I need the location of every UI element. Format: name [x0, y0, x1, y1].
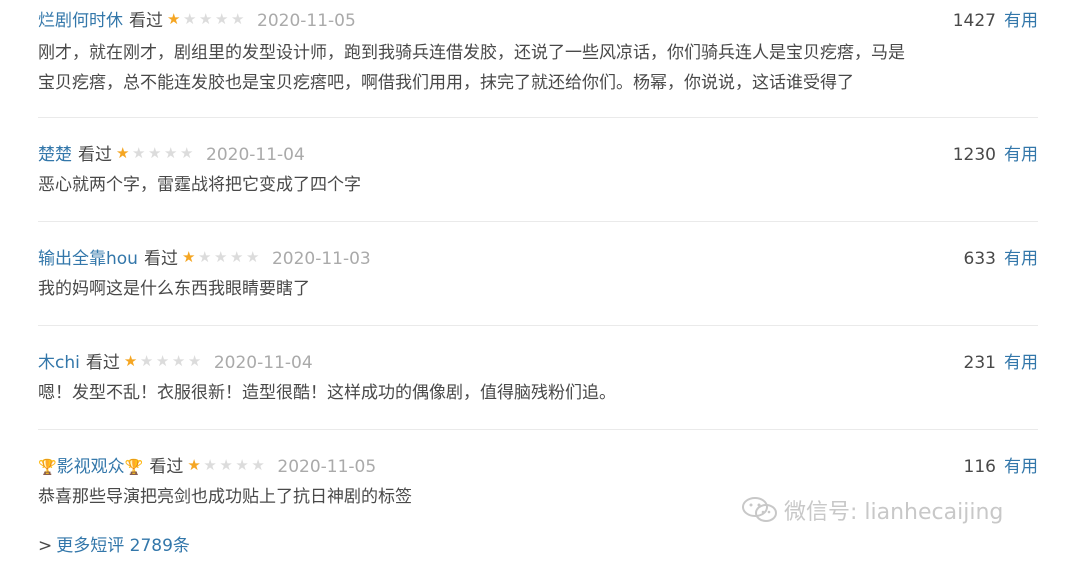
star-empty-icon: ★ [245, 248, 260, 266]
star-empty-icon: ★ [213, 248, 228, 266]
review-header: 输出全靠hou 看过 ★ ★ ★ ★ ★ 2020-11-03 633 有用 [38, 246, 1038, 272]
review-username[interactable]: 输出全靠hou [38, 249, 138, 269]
star-empty-icon: ★ [203, 456, 217, 474]
star-filled-icon: ★ [167, 10, 181, 28]
star-empty-icon: ★ [164, 144, 178, 162]
review-text-line: 我的妈啊这是什么东西我眼睛要瞎了 [38, 279, 310, 299]
star-empty-icon: ★ [171, 352, 186, 370]
star-filled-icon: ★ [181, 248, 196, 266]
review-text-line: 宝贝疙瘩，总不能连发胶也是宝贝疙瘩吧，啊借我们用用，抹完了就还给你们。杨幂，你说… [38, 73, 854, 93]
useful-votes: 1230 有用 [953, 142, 1038, 168]
review-text-line: 恶心就两个字，雷霆战将把它变成了四个字 [38, 175, 361, 195]
review-username[interactable]: 烂剧何时休 [38, 11, 123, 31]
watched-status: 看过 [129, 11, 163, 31]
review-date: 2020-11-05 [257, 11, 356, 31]
chevron-right-icon: > [38, 536, 53, 556]
useful-count: 1230 [952, 145, 996, 165]
star-empty-icon: ★ [219, 456, 233, 474]
star-empty-icon: ★ [235, 456, 249, 474]
review-text: 我的妈啊这是什么东西我眼睛要瞎了 [38, 274, 1038, 304]
useful-button[interactable]: 有用 [1004, 249, 1038, 269]
useful-count: 633 [963, 249, 996, 269]
review-item: 楚楚 看过 ★ ★ ★ ★ ★ 2020-11-04 1230 有用 恶心就两个字，雷霆战将把它… [38, 118, 1038, 222]
star-filled-icon: ★ [187, 456, 201, 474]
review-item: 烂剧何时休 看过 ★ ★ ★ ★ ★ 2020-11-05 1427 有用 刚才，就在刚才，剧组… [38, 0, 1038, 118]
star-empty-icon: ★ [155, 352, 170, 370]
more-reviews-link[interactable]: > 更多短评 2789条 [38, 531, 190, 556]
trophy-icon: 🏆 [124, 458, 144, 476]
watermark-text: 微信号: lianhecaijing [784, 500, 1004, 525]
useful-votes: 231 有用 [964, 350, 1038, 376]
review-item: 木chi 看过 ★ ★ ★ ★ ★ 2020-11-04 231 有用 嗯！发型不乱！衣服很新！… [38, 326, 1038, 430]
useful-button[interactable]: 有用 [1004, 145, 1038, 165]
useful-count: 231 [963, 353, 996, 373]
review-text: 恶心就两个字，雷霆战将把它变成了四个字 [38, 170, 1038, 200]
watched-status: 看过 [85, 353, 120, 373]
review-text: 嗯！发型不乱！衣服很新！造型很酷！这样成功的偶像剧，值得脑残粉们追。 [38, 378, 1038, 408]
review-item: 输出全靠hou 看过 ★ ★ ★ ★ ★ 2020-11-03 633 有用 我的妈啊这是什么东… [38, 222, 1038, 326]
review-header: 🏆影视观众🏆 看过 ★ ★ ★ ★ ★ 2020-11-05 116 有用 [38, 454, 1038, 480]
useful-button[interactable]: 有用 [1004, 11, 1038, 31]
star-empty-icon: ★ [215, 10, 229, 28]
review-text-line: 嗯！发型不乱！衣服很新！造型很酷！这样成功的偶像剧，值得脑残粉们追。 [38, 383, 616, 403]
trophy-icon: 🏆 [38, 458, 57, 476]
star-empty-icon: ★ [180, 144, 194, 162]
rating-stars: ★ ★ ★ ★ ★ [124, 353, 204, 369]
review-date: 2020-11-03 [271, 249, 371, 269]
watched-status: 看过 [78, 145, 112, 165]
rating-stars: ★ ★ ★ ★ ★ [182, 249, 262, 265]
rating-stars: ★ ★ ★ ★ ★ [116, 145, 196, 161]
useful-count: 1427 [952, 11, 996, 31]
review-date: 2020-11-04 [206, 145, 305, 165]
useful-button[interactable]: 有用 [1004, 457, 1038, 477]
star-empty-icon: ★ [231, 10, 245, 28]
useful-count: 116 [963, 457, 996, 477]
review-header: 楚楚 看过 ★ ★ ★ ★ ★ 2020-11-04 1230 有用 [38, 142, 1038, 168]
review-username[interactable]: 影视观众 [57, 457, 125, 477]
useful-votes: 633 有用 [964, 246, 1038, 272]
star-empty-icon: ★ [229, 248, 244, 266]
star-empty-icon: ★ [199, 10, 213, 28]
star-empty-icon: ★ [183, 10, 197, 28]
review-text: 刚才，就在刚才，剧组里的发型设计师，跑到我骑兵连借发胶，还说了一些风凉话，你们骑… [38, 38, 1038, 98]
watched-status: 看过 [143, 249, 178, 269]
star-empty-icon: ★ [148, 144, 162, 162]
wechat-icon [742, 497, 777, 522]
rating-stars: ★ ★ ★ ★ ★ [167, 11, 247, 27]
useful-votes: 116 有用 [964, 454, 1038, 480]
star-empty-icon: ★ [187, 352, 202, 370]
review-date: 2020-11-04 [213, 353, 313, 373]
review-list: 烂剧何时休 看过 ★ ★ ★ ★ ★ 2020-11-05 1427 有用 刚才，就在刚才，剧组… [38, 0, 1038, 533]
rating-stars: ★ ★ ★ ★ ★ [187, 457, 267, 473]
star-empty-icon: ★ [197, 248, 212, 266]
wechat-watermark: 微信号: lianhecaijing [740, 494, 1050, 534]
review-header: 烂剧何时休 看过 ★ ★ ★ ★ ★ 2020-11-05 1427 有用 [38, 8, 1038, 34]
review-header: 木chi 看过 ★ ★ ★ ★ ★ 2020-11-04 231 有用 [38, 350, 1038, 376]
review-username[interactable]: 木chi [38, 353, 80, 373]
star-empty-icon: ★ [132, 144, 146, 162]
review-date: 2020-11-05 [277, 457, 377, 477]
review-text-line: 刚才，就在刚才，剧组里的发型设计师，跑到我骑兵连借发胶，还说了一些风凉话，你们骑… [38, 43, 905, 63]
review-username[interactable]: 楚楚 [38, 145, 72, 165]
star-empty-icon: ★ [139, 352, 154, 370]
star-filled-icon: ★ [116, 144, 130, 162]
useful-button[interactable]: 有用 [1004, 353, 1038, 373]
star-empty-icon: ★ [251, 456, 265, 474]
useful-votes: 1427 有用 [953, 8, 1038, 34]
watched-status: 看过 [149, 457, 184, 477]
star-filled-icon: ★ [123, 352, 138, 370]
more-reviews-label: 更多短评 2789条 [56, 536, 190, 556]
